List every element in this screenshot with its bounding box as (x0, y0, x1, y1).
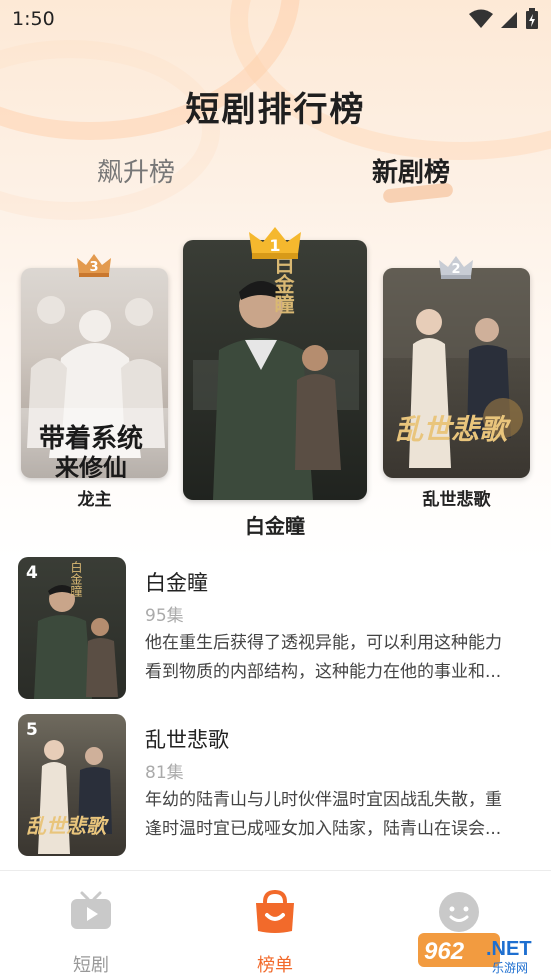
description-line: 看到物质的内部结构，这种能力在他的事业和... (145, 662, 502, 682)
podium-poster-rank-1[interactable]: 白金瞳 (183, 240, 367, 500)
thumbnail-title: 白金瞳 (69, 561, 83, 597)
tab-new[interactable]: 新剧榜 (372, 152, 450, 189)
podium-name-rank-1[interactable]: 白金瞳 (183, 510, 367, 539)
podium-name-rank-3[interactable]: 龙主 (21, 485, 168, 510)
rank-number: 3 (89, 260, 99, 275)
poster-title-line2: 来修仙 (55, 453, 127, 478)
bronze-crown-icon: 3 (76, 252, 112, 278)
rank-badge: 5 (26, 720, 38, 740)
list-item[interactable]: 乱世悲歌 5 乱世悲歌 81集 年幼的陆青山与儿时伙伴温时宜因战乱失散，重 逢时… (18, 714, 533, 859)
list-thumbnail[interactable]: 乱世悲歌 5 (18, 714, 126, 856)
podium-name-rank-2[interactable]: 乱世悲歌 (383, 485, 530, 510)
ranking-bag-icon (256, 890, 294, 933)
tab-rising[interactable]: 飙升榜 (97, 152, 175, 189)
page-title: 短剧排行榜 (185, 90, 366, 130)
nav-item-shorts[interactable]: 短剧 (31, 883, 151, 976)
poster-title: 白金瞳 (271, 254, 295, 314)
podium-poster-rank-3[interactable]: 带着系统 来修仙 (21, 268, 168, 478)
battery-icon (526, 8, 538, 29)
silver-crown-icon: 2 (438, 254, 474, 280)
list-item[interactable]: 白金瞳 4 白金瞳 95集 他在重生后获得了透视异能，可以利用这种能力 看到物质… (18, 557, 533, 702)
episode-count: 81集 (145, 763, 184, 783)
nav-item-ranking[interactable]: 榜单 (215, 883, 335, 976)
svg-text:962: 962 (424, 938, 465, 965)
status-bar: 1:50 (0, 0, 551, 38)
svg-text:乐游网: 乐游网 (492, 961, 528, 975)
nav-label-ranking: 榜单 (257, 955, 293, 976)
podium-poster-rank-2[interactable]: 乱世悲歌 (383, 268, 530, 478)
item-description: 年幼的陆青山与儿时伙伴温时宜因战乱失散，重 逢时温时宜已成哑女加入陆家，陆青山在… (145, 786, 533, 844)
description-line: 他在重生后获得了透视异能，可以利用这种能力 (145, 633, 502, 653)
wifi-icon (469, 9, 493, 28)
episode-count: 95集 (145, 606, 184, 626)
status-icons (469, 8, 539, 30)
nav-label-shorts: 短剧 (73, 955, 109, 976)
rank-badge: 4 (26, 563, 38, 583)
item-description: 他在重生后获得了透视异能，可以利用这种能力 看到物质的内部结构，这种能力在他的事… (145, 629, 533, 687)
item-title[interactable]: 白金瞳 (145, 567, 208, 597)
poster-title: 乱世悲歌 (395, 413, 508, 446)
description-line: 逢时温时宜已成哑女加入陆家，陆青山在误会... (145, 819, 502, 839)
status-time: 1:50 (12, 8, 55, 30)
signal-icon (501, 12, 517, 28)
gold-crown-icon: 1 (247, 224, 303, 260)
tv-icon (71, 891, 111, 929)
list-thumbnail[interactable]: 白金瞳 4 (18, 557, 126, 699)
rank-number: 1 (269, 236, 281, 255)
description-line: 年幼的陆青山与儿时伙伴温时宜因战乱失散，重 (145, 790, 502, 810)
thumbnail-title: 乱世悲歌 (26, 814, 106, 838)
watermark-logo: 962 .NET 乐游网 (418, 925, 548, 975)
svg-text:.NET: .NET (486, 938, 532, 960)
rank-number: 2 (451, 262, 461, 277)
item-title[interactable]: 乱世悲歌 (145, 724, 229, 754)
